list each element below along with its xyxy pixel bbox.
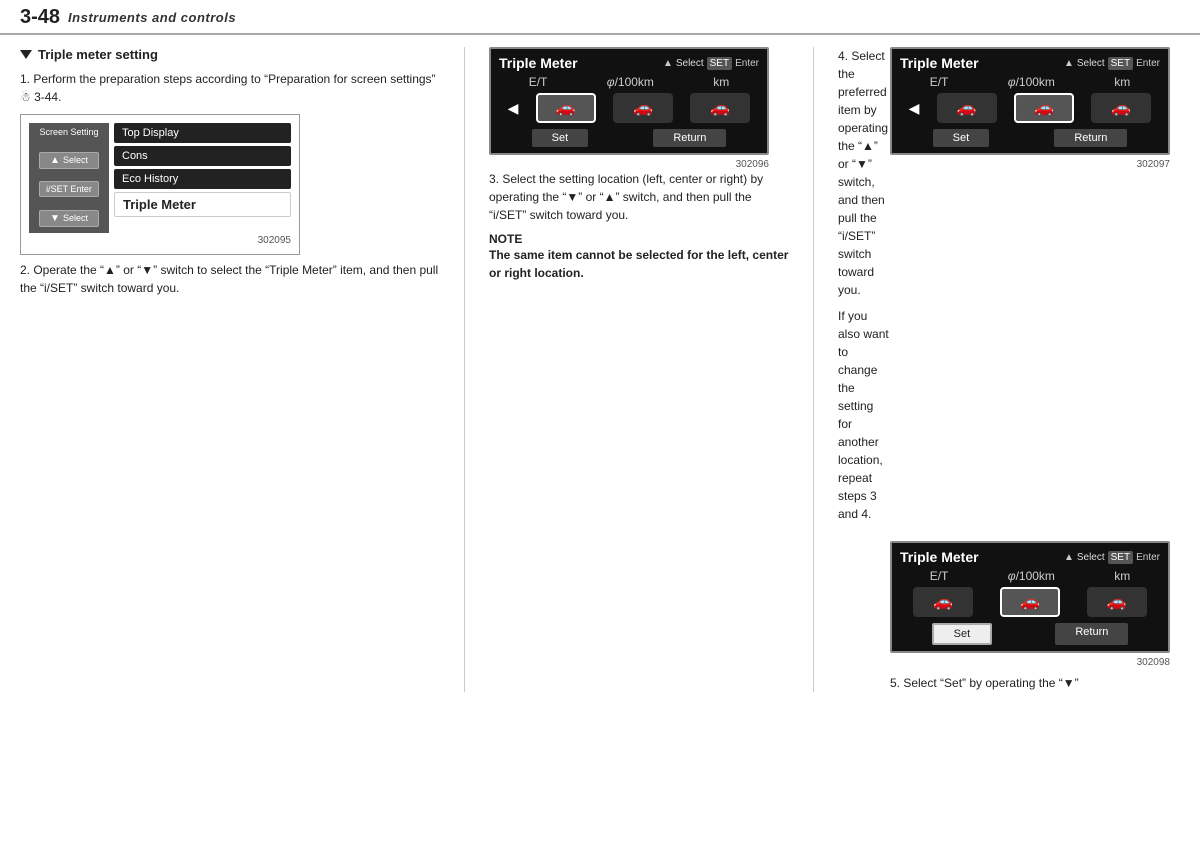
meter-title-3: Triple Meter xyxy=(900,549,979,565)
step3-text: 3. Select the setting location (left, ce… xyxy=(489,170,789,224)
section-heading: Triple meter setting xyxy=(20,47,440,62)
meter-icon-center: 🚗 xyxy=(613,93,673,123)
step4b-text: If you also want to change the setting f… xyxy=(838,307,890,523)
menu-item-triple-meter: Triple Meter xyxy=(114,192,291,217)
meter-btn-return-2: Return xyxy=(1054,129,1127,147)
note-box: NOTE The same item cannot be selected fo… xyxy=(489,232,789,282)
meter-data-row-1: E/T φ/100km km xyxy=(499,75,759,89)
right-diagram-col-top: Triple Meter ▲ Select SET Enter E/T φ/10… xyxy=(890,47,1180,531)
meter-icon3-right: 🚗 xyxy=(1087,587,1147,617)
ss-btn-down-label: Select xyxy=(63,213,88,223)
left-arrow-icon: ◀ xyxy=(508,100,519,117)
center-column: Triple Meter ▲ Select SET Enter E/T φ/10… xyxy=(489,47,789,692)
screen-setting-diagram: Screen Setting ▲ Select i/SET Enter ▼ Se… xyxy=(20,114,300,255)
section-triangle-icon xyxy=(20,50,32,59)
meter-header-3: Triple Meter ▲ Select SET Enter xyxy=(900,549,1160,565)
meter-display-3: Triple Meter ▲ Select SET Enter E/T φ/10… xyxy=(890,541,1170,653)
diagram-num-center: 302096 xyxy=(489,159,769,170)
meter-icon-right: 🚗 xyxy=(690,93,750,123)
meter-icon3-center: 🚗 xyxy=(1000,587,1060,617)
meter-display-1: Triple Meter ▲ Select SET Enter E/T φ/10… xyxy=(489,47,769,155)
meter-header-2: Triple Meter ▲ Select SET Enter xyxy=(900,55,1160,71)
diagram-number-1: 302095 xyxy=(29,235,291,246)
meter-icon2-center: 🚗 xyxy=(1014,93,1074,123)
meter-footer-2: Set Return xyxy=(900,129,1160,147)
divider-1 xyxy=(464,47,465,692)
meter-footer-1: Set Return xyxy=(499,129,759,147)
meter-data-row-3: E/T φ/100km km xyxy=(900,569,1160,583)
left-column: Triple meter setting 1. Perform the prep… xyxy=(20,47,440,692)
meter-icon-left: 🚗 xyxy=(536,93,596,123)
main-content: Triple meter setting 1. Perform the prep… xyxy=(0,35,1200,702)
section-heading-text: Triple meter setting xyxy=(38,47,158,62)
meter-btn-return-1: Return xyxy=(653,129,726,147)
note-title: NOTE xyxy=(489,232,789,246)
step5-text: 5. Select “Set” by operating the “▼” xyxy=(890,674,1180,692)
meter-title-1: Triple Meter xyxy=(499,55,578,71)
ss-label: Screen Setting xyxy=(39,127,98,137)
header: 3-48 Instruments and controls xyxy=(0,0,1200,35)
ss-btn-down: ▼ Select xyxy=(39,210,99,227)
step2-text: 2. Operate the “▲” or “▼” switch to sele… xyxy=(20,261,440,297)
ss-right-panel: Top Display Cons Eco History Triple Mete… xyxy=(109,123,291,233)
meter-data-row-2: E/T φ/100km km xyxy=(900,75,1160,89)
meter-btn-set-1: Set xyxy=(532,129,589,147)
ss-inner: Screen Setting ▲ Select i/SET Enter ▼ Se… xyxy=(29,123,291,233)
right-column: 4. Select the preferred item by operatin… xyxy=(838,47,1180,692)
diagram-num-right-bottom: 302098 xyxy=(890,657,1170,668)
ss-btn-up: ▲ Select xyxy=(39,152,99,169)
meter-icon3-left: 🚗 xyxy=(913,587,973,617)
meter-icon2-right: 🚗 xyxy=(1091,93,1151,123)
diagram-num-right-top: 302097 xyxy=(890,159,1170,170)
divider-2 xyxy=(813,47,814,692)
ss-btn-up-label: Select xyxy=(63,155,88,165)
meter-icons-row-3: 🚗 🚗 🚗 xyxy=(900,587,1160,617)
meter-display-2: Triple Meter ▲ Select SET Enter E/T φ/10… xyxy=(890,47,1170,155)
header-title: Instruments and controls xyxy=(68,10,236,25)
step4-text: 4. Select the preferred item by operatin… xyxy=(838,47,890,299)
meter-btn-set-3: Set xyxy=(932,623,993,645)
section-number: 3-48 xyxy=(20,6,60,29)
meter-btn-return-3: Return xyxy=(1055,623,1128,645)
right-text-col: 4. Select the preferred item by operatin… xyxy=(838,47,890,531)
meter-icon2-left: 🚗 xyxy=(937,93,997,123)
meter-controls-1: ▲ Select SET Enter xyxy=(663,57,759,70)
meter-header-1: Triple Meter ▲ Select SET Enter xyxy=(499,55,759,71)
ss-left-panel: Screen Setting ▲ Select i/SET Enter ▼ Se… xyxy=(29,123,109,233)
left-arrow-icon-2: ◀ xyxy=(909,100,920,117)
right-bottom-empty xyxy=(838,541,880,692)
meter-icons-row-1: ◀ 🚗 🚗 🚗 xyxy=(499,93,759,123)
right-bottom-row: Triple Meter ▲ Select SET Enter E/T φ/10… xyxy=(838,541,1180,692)
right-diagram-col-bottom: Triple Meter ▲ Select SET Enter E/T φ/10… xyxy=(890,541,1180,692)
meter-icons-row-2: ◀ 🚗 🚗 🚗 xyxy=(900,93,1160,123)
menu-item-top-display: Top Display xyxy=(114,123,291,143)
meter-title-2: Triple Meter xyxy=(900,55,979,71)
menu-item-cons: Cons xyxy=(114,146,291,166)
meter-btn-set-2: Set xyxy=(933,129,990,147)
step1-text: 1. Perform the preparation steps accordi… xyxy=(20,70,440,106)
menu-item-eco-history: Eco History xyxy=(114,169,291,189)
meter-controls-3: ▲ Select SET Enter xyxy=(1064,551,1160,564)
meter-controls-2: ▲ Select SET Enter xyxy=(1064,57,1160,70)
note-text: The same item cannot be selected for the… xyxy=(489,246,789,282)
meter-footer-3: Set Return xyxy=(900,623,1160,645)
ss-btn-enter-label: i/SET Enter xyxy=(46,184,92,194)
right-columns-wrapper: 4. Select the preferred item by operatin… xyxy=(838,47,1180,531)
ss-btn-enter: i/SET Enter xyxy=(39,181,99,197)
